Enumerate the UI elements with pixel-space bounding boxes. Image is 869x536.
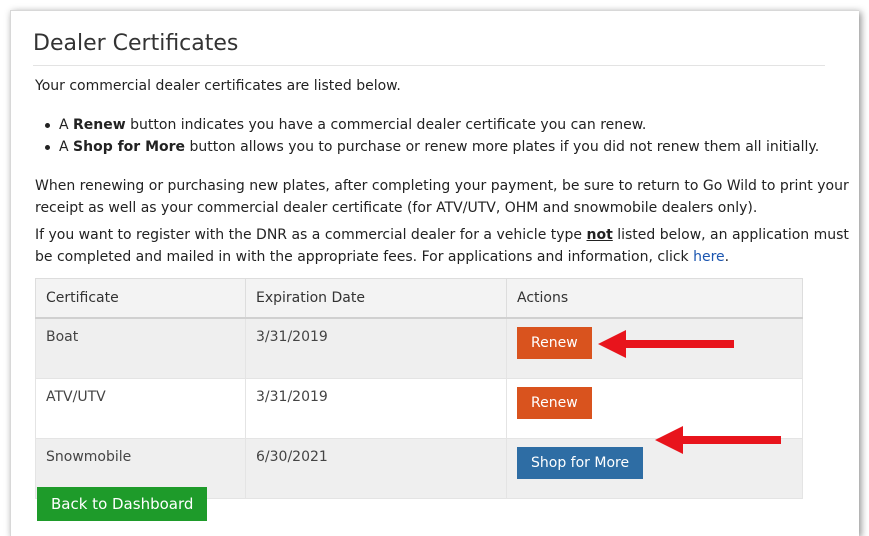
renew-boat-button[interactable]: Renew: [517, 327, 592, 359]
certificate-cell: ATV/UTV: [35, 378, 246, 439]
back-to-dashboard-button[interactable]: Back to Dashboard: [37, 487, 208, 521]
left-arrow-icon: [655, 426, 781, 454]
expiration-cell: 3/31/2019: [245, 317, 507, 379]
title-divider: [33, 65, 825, 66]
header-expiration: Expiration Date: [245, 278, 507, 319]
page-title: Dealer Certificates: [33, 31, 239, 56]
list-item: A Renew button indicates you have a comm…: [35, 114, 819, 136]
renewal-note: When renewing or purchasing new plates, …: [35, 178, 849, 216]
intro-text: Your commercial dealer certificates are …: [35, 78, 401, 94]
left-arrow-icon: [598, 330, 734, 358]
certificate-cell: Boat: [35, 317, 246, 379]
applications-link[interactable]: here: [693, 249, 725, 265]
expiration-cell: 6/30/2021: [245, 438, 507, 499]
certificates-table: Certificate Expiration Date Actions Boat…: [35, 278, 803, 499]
application-note: If you want to register with the DNR as …: [35, 227, 849, 265]
expiration-cell: 3/31/2019: [245, 378, 507, 439]
renew-atv-utv-button[interactable]: Renew: [517, 387, 592, 419]
not-emphasis: not: [586, 227, 613, 243]
header-certificate: Certificate: [35, 278, 246, 319]
header-actions: Actions: [506, 278, 803, 319]
renew-term: Renew: [73, 117, 126, 133]
table-header-row: Certificate Expiration Date Actions: [35, 278, 803, 319]
shop-for-more-button[interactable]: Shop for More: [517, 447, 644, 479]
shop-term: Shop for More: [73, 139, 186, 155]
instructions-list: A Renew button indicates you have a comm…: [35, 114, 819, 158]
content-panel: Dealer Certificates Your commercial deal…: [10, 10, 859, 536]
list-item: A Shop for More button allows you to pur…: [35, 136, 819, 158]
